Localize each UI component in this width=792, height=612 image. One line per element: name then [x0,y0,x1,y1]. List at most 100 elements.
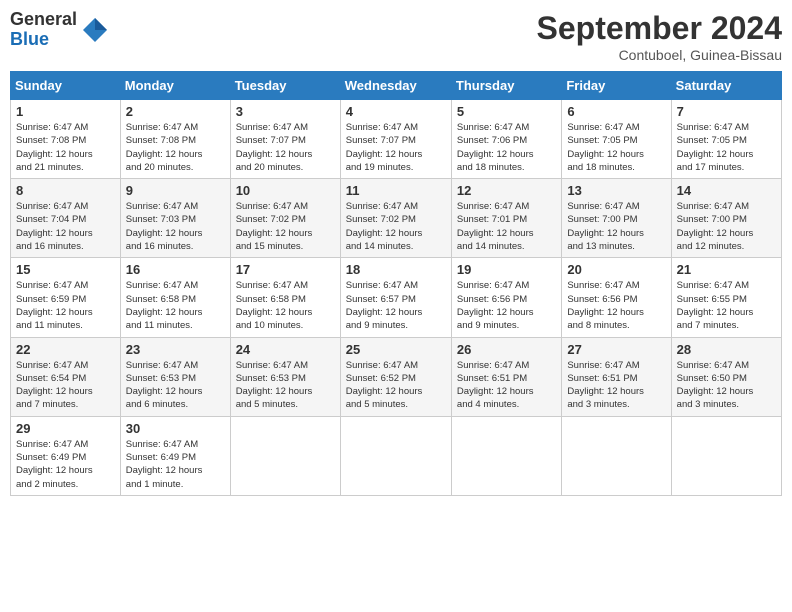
day-number: 24 [236,342,335,357]
day-number: 3 [236,104,335,119]
day-info: Sunrise: 6:47 AM Sunset: 6:51 PM Dayligh… [567,359,665,412]
day-number: 7 [677,104,776,119]
day-number: 22 [16,342,115,357]
day-info: Sunrise: 6:47 AM Sunset: 7:05 PM Dayligh… [567,121,665,174]
day-number: 30 [126,421,225,436]
calendar-cell: 2 Sunrise: 6:47 AM Sunset: 7:08 PM Daylig… [120,100,230,179]
day-info: Sunrise: 6:47 AM Sunset: 6:59 PM Dayligh… [16,279,115,332]
day-info: Sunrise: 6:47 AM Sunset: 7:00 PM Dayligh… [677,200,776,253]
calendar-week-row: 15 Sunrise: 6:47 AM Sunset: 6:59 PM Dayli… [11,258,782,337]
calendar-cell [451,416,561,495]
day-number: 11 [346,183,446,198]
weekday-header: Saturday [671,72,781,100]
day-info: Sunrise: 6:47 AM Sunset: 6:53 PM Dayligh… [126,359,225,412]
day-number: 19 [457,262,556,277]
weekday-header: Wednesday [340,72,451,100]
weekday-header: Monday [120,72,230,100]
title-block: September 2024 Contuboel, Guinea-Bissau [537,10,782,63]
day-number: 29 [16,421,115,436]
month-title: September 2024 [537,10,782,47]
calendar-cell: 29 Sunrise: 6:47 AM Sunset: 6:49 PM Dayli… [11,416,121,495]
calendar-cell: 21 Sunrise: 6:47 AM Sunset: 6:55 PM Dayli… [671,258,781,337]
day-number: 20 [567,262,665,277]
calendar-cell: 13Sunrise: 6:47 AM Sunset: 7:00 PM Dayli… [562,179,671,258]
day-number: 26 [457,342,556,357]
day-info: Sunrise: 6:47 AM Sunset: 6:57 PM Dayligh… [346,279,446,332]
day-info: Sunrise: 6:47 AM Sunset: 7:06 PM Dayligh… [457,121,556,174]
calendar-cell: 17 Sunrise: 6:47 AM Sunset: 6:58 PM Dayli… [230,258,340,337]
day-number: 23 [126,342,225,357]
day-info: Sunrise: 6:47 AM Sunset: 7:02 PM Dayligh… [346,200,446,253]
day-info: Sunrise: 6:47 AM Sunset: 7:08 PM Dayligh… [126,121,225,174]
day-number: 1 [16,104,115,119]
day-info: Sunrise: 6:47 AM Sunset: 6:50 PM Dayligh… [677,359,776,412]
day-number: 2 [126,104,225,119]
day-info: Sunrise: 6:47 AM Sunset: 6:55 PM Dayligh… [677,279,776,332]
calendar-cell: 26 Sunrise: 6:47 AM Sunset: 6:51 PM Dayli… [451,337,561,416]
calendar-cell [671,416,781,495]
calendar-cell [562,416,671,495]
day-info: Sunrise: 6:47 AM Sunset: 6:54 PM Dayligh… [16,359,115,412]
day-number: 4 [346,104,446,119]
day-number: 8 [16,183,115,198]
day-info: Sunrise: 6:47 AM Sunset: 7:02 PM Dayligh… [236,200,335,253]
calendar-cell: 18 Sunrise: 6:47 AM Sunset: 6:57 PM Dayli… [340,258,451,337]
day-number: 25 [346,342,446,357]
calendar-week-row: 22 Sunrise: 6:47 AM Sunset: 6:54 PM Dayli… [11,337,782,416]
logo-icon [81,16,109,44]
calendar-week-row: 1 Sunrise: 6:47 AM Sunset: 7:08 PM Daylig… [11,100,782,179]
calendar-week-row: 8 Sunrise: 6:47 AM Sunset: 7:04 PM Daylig… [11,179,782,258]
day-number: 14 [677,183,776,198]
day-info: Sunrise: 6:47 AM Sunset: 7:03 PM Dayligh… [126,200,225,253]
calendar-table: SundayMondayTuesdayWednesdayThursdayFrid… [10,71,782,496]
calendar-cell: 22 Sunrise: 6:47 AM Sunset: 6:54 PM Dayli… [11,337,121,416]
logo-blue-text: Blue [10,30,77,50]
day-number: 10 [236,183,335,198]
calendar-header-row: SundayMondayTuesdayWednesdayThursdayFrid… [11,72,782,100]
calendar-cell: 20 Sunrise: 6:47 AM Sunset: 6:56 PM Dayli… [562,258,671,337]
day-number: 21 [677,262,776,277]
day-number: 5 [457,104,556,119]
calendar-cell: 15 Sunrise: 6:47 AM Sunset: 6:59 PM Dayli… [11,258,121,337]
day-number: 12 [457,183,556,198]
calendar-cell: 24 Sunrise: 6:47 AM Sunset: 6:53 PM Dayli… [230,337,340,416]
calendar-cell: 9 Sunrise: 6:47 AM Sunset: 7:03 PM Daylig… [120,179,230,258]
day-number: 6 [567,104,665,119]
calendar-cell: 14 Sunrise: 6:47 AM Sunset: 7:00 PM Dayli… [671,179,781,258]
day-info: Sunrise: 6:47 AM Sunset: 6:51 PM Dayligh… [457,359,556,412]
calendar-cell [340,416,451,495]
weekday-header: Thursday [451,72,561,100]
calendar-cell: 16Sunrise: 6:47 AM Sunset: 6:58 PM Dayli… [120,258,230,337]
day-info: Sunrise: 6:47 AM Sunset: 6:58 PM Dayligh… [236,279,335,332]
location: Contuboel, Guinea-Bissau [537,47,782,63]
day-number: 16 [126,262,225,277]
weekday-header: Sunday [11,72,121,100]
calendar-cell: 5 Sunrise: 6:47 AM Sunset: 7:06 PM Daylig… [451,100,561,179]
day-info: Sunrise: 6:47 AM Sunset: 6:49 PM Dayligh… [126,438,225,491]
calendar-cell: 6 Sunrise: 6:47 AM Sunset: 7:05 PM Daylig… [562,100,671,179]
calendar-cell: 10 Sunrise: 6:47 AM Sunset: 7:02 PM Dayli… [230,179,340,258]
calendar-week-row: 29 Sunrise: 6:47 AM Sunset: 6:49 PM Dayli… [11,416,782,495]
calendar-cell: 8 Sunrise: 6:47 AM Sunset: 7:04 PM Daylig… [11,179,121,258]
day-number: 18 [346,262,446,277]
calendar-cell: 3 Sunrise: 6:47 AM Sunset: 7:07 PM Daylig… [230,100,340,179]
calendar-cell: 11 Sunrise: 6:47 AM Sunset: 7:02 PM Dayli… [340,179,451,258]
day-info: Sunrise: 6:47 AM Sunset: 6:56 PM Dayligh… [567,279,665,332]
day-number: 15 [16,262,115,277]
day-info: Sunrise: 6:47 AM Sunset: 7:07 PM Dayligh… [236,121,335,174]
calendar-cell: 1Sunrise: 6:47 AM Sunset: 7:08 PM Daylig… [11,100,121,179]
calendar-cell: 19Sunrise: 6:47 AM Sunset: 6:56 PM Dayli… [451,258,561,337]
day-number: 17 [236,262,335,277]
day-info: Sunrise: 6:47 AM Sunset: 6:49 PM Dayligh… [16,438,115,491]
calendar-cell: 23 Sunrise: 6:47 AM Sunset: 6:53 PM Dayli… [120,337,230,416]
day-info: Sunrise: 6:47 AM Sunset: 7:05 PM Dayligh… [677,121,776,174]
day-number: 27 [567,342,665,357]
calendar-cell: 27 Sunrise: 6:47 AM Sunset: 6:51 PM Dayli… [562,337,671,416]
calendar-cell: 7 Sunrise: 6:47 AM Sunset: 7:05 PM Daylig… [671,100,781,179]
day-info: Sunrise: 6:47 AM Sunset: 7:04 PM Dayligh… [16,200,115,253]
day-info: Sunrise: 6:47 AM Sunset: 6:52 PM Dayligh… [346,359,446,412]
day-info: Sunrise: 6:47 AM Sunset: 7:07 PM Dayligh… [346,121,446,174]
day-info: Sunrise: 6:47 AM Sunset: 6:53 PM Dayligh… [236,359,335,412]
logo: General Blue [10,10,109,50]
day-number: 9 [126,183,225,198]
